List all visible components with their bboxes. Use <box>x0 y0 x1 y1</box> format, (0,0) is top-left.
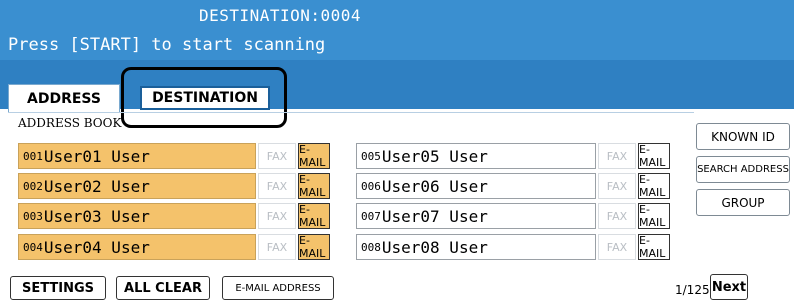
email-address-button[interactable]: E-MAIL ADDRESS <box>222 276 334 300</box>
fax-button[interactable]: FAX <box>258 234 296 260</box>
email-button[interactable]: E-MAIL <box>638 203 670 229</box>
address-book-label: ADDRESS BOOK <box>18 116 122 130</box>
all-clear-button[interactable]: ALL CLEAR <box>116 276 210 300</box>
entry-name-button[interactable]: 001 User01 User <box>18 143 256 169</box>
email-button[interactable]: E-MAIL <box>298 203 330 229</box>
entry-name-button[interactable]: 002 User02 User <box>18 173 256 199</box>
entry-name-button[interactable]: 003 User03 User <box>18 203 256 229</box>
fax-button[interactable]: FAX <box>598 173 636 199</box>
settings-button[interactable]: SETTINGS <box>10 276 106 300</box>
group-button[interactable]: GROUP <box>696 189 790 216</box>
divider <box>8 112 694 113</box>
destination-count: DESTINATION:0004 <box>198 6 362 25</box>
entry-name-button[interactable]: 006 User06 User <box>356 173 596 199</box>
fax-button[interactable]: FAX <box>258 173 296 199</box>
email-button[interactable]: E-MAIL <box>638 143 670 169</box>
next-button[interactable]: Next <box>710 274 748 300</box>
fax-button[interactable]: FAX <box>598 143 636 169</box>
fax-button[interactable]: FAX <box>598 234 636 260</box>
email-button[interactable]: E-MAIL <box>638 173 670 199</box>
header-bar: DESTINATION:0004 Press [START] to start … <box>0 0 794 60</box>
status-message: Press [START] to start scanning <box>8 35 326 55</box>
entry-name-button[interactable]: 007 User07 User <box>356 203 596 229</box>
fax-button[interactable]: FAX <box>598 203 636 229</box>
search-address-button[interactable]: SEARCH ADDRESS <box>696 156 790 183</box>
email-button[interactable]: E-MAIL <box>298 143 330 169</box>
tab-address[interactable]: ADDRESS <box>8 84 120 112</box>
page-indicator: 1/125 <box>675 283 710 297</box>
entry-name-button[interactable]: 005 User05 User <box>356 143 596 169</box>
known-id-button[interactable]: KNOWN ID <box>696 123 790 150</box>
entry-name-button[interactable]: 004 User04 User <box>18 234 256 260</box>
email-button[interactable]: E-MAIL <box>298 173 330 199</box>
email-button[interactable]: E-MAIL <box>638 234 670 260</box>
email-button[interactable]: E-MAIL <box>298 234 330 260</box>
highlight-frame <box>121 67 287 128</box>
fax-button[interactable]: FAX <box>258 203 296 229</box>
entry-name-button[interactable]: 008 User08 User <box>356 234 596 260</box>
fax-button[interactable]: FAX <box>258 143 296 169</box>
